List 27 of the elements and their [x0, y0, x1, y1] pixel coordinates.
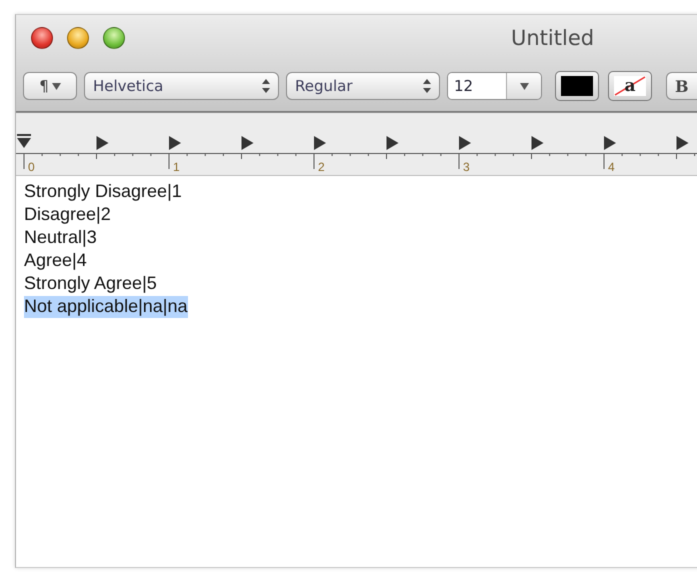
ruler-number: 2	[318, 160, 325, 174]
paragraph-button[interactable]: ¶	[23, 72, 77, 100]
ruler-number: 3	[463, 160, 470, 174]
font-family-popup[interactable]: Helvetica	[84, 72, 279, 100]
bold-button[interactable]: B	[666, 72, 697, 100]
tab-stop-markers[interactable]	[96, 136, 688, 150]
ruler-number: 0	[28, 160, 35, 174]
stepper-icon	[423, 79, 431, 93]
zoom-button[interactable]	[103, 27, 125, 49]
text-line: Disagree|2	[24, 204, 112, 226]
indent-marker[interactable]	[17, 134, 31, 148]
text-line: Strongly Agree|5	[24, 273, 158, 295]
close-button[interactable]	[31, 27, 53, 49]
minimize-button[interactable]	[67, 27, 89, 49]
stepper-icon	[262, 79, 270, 93]
text-line: Neutral|3	[24, 227, 98, 249]
ruler-number: 1	[173, 160, 180, 174]
font-style-popup[interactable]: Regular	[286, 72, 440, 100]
caret-icon	[52, 82, 61, 90]
text-color-well[interactable]	[555, 71, 599, 101]
font-size-field[interactable]: 12	[448, 73, 507, 99]
ruler-number: 4	[608, 160, 615, 174]
text-line: Agree|4	[24, 250, 88, 272]
text-line: Strongly Disagree|1	[24, 181, 183, 203]
window-title: Untitled	[511, 26, 594, 50]
caret-icon	[520, 82, 528, 90]
font-size-dropdown[interactable]	[507, 73, 541, 99]
